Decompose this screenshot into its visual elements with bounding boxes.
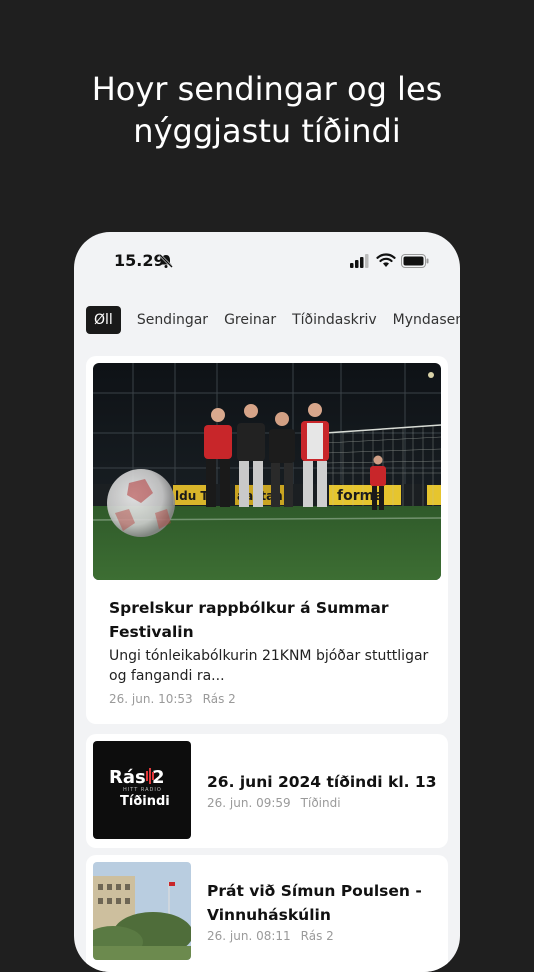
tab-video-broadcasts[interactable]: Myndasendingar xyxy=(385,306,460,334)
news-item-title: Prát við Símun Poulsen - Vinnuháskúlin xyxy=(207,882,422,924)
featured-article-title: Sprelskur rappbólkur á Summar Festivalin xyxy=(109,599,389,641)
promo-line-1: Hoyr sendingar og les xyxy=(91,70,443,108)
tab-all[interactable]: Øll xyxy=(86,306,121,334)
news-item-thumbnail xyxy=(93,862,191,960)
wifi-icon xyxy=(376,253,396,267)
logo-brand: Rás 2 xyxy=(109,767,165,788)
news-item-meta: 26. jun. 09:59 Tíðindi xyxy=(207,796,341,810)
bell-muted-icon xyxy=(159,254,173,268)
phone-screen: 15.29 Øll Sendingar Greinar Tíðindaskriv Myn… xyxy=(74,232,460,972)
featured-article-meta: 26. jun. 10:53 Rás 2 xyxy=(109,692,236,706)
article-date: 26. jun. 09:59 xyxy=(207,796,291,810)
battery-icon xyxy=(401,254,429,268)
category-tabs: Øll SendingarGreinarTíðindaskrivMyndasend… xyxy=(86,306,460,334)
article-source: Rás 2 xyxy=(300,929,334,943)
logo-label: Tíðindi xyxy=(120,794,170,809)
logo-sub: HITT RADIO xyxy=(123,787,162,793)
article-date: 26. jun. 08:11 xyxy=(207,929,291,943)
featured-article-excerpt: Ungi tónleikabólkurin 21KNM bjóðar stutt… xyxy=(109,648,429,684)
ras2-tidindi-logo: Rás 2 HITT RADIO Tíðindi xyxy=(93,741,191,839)
cellular-signal-icon xyxy=(350,254,369,268)
article-source: Tíðindi xyxy=(300,796,341,810)
article-date: 26. jun. 10:53 xyxy=(109,692,193,706)
news-item-meta: 26. jun. 08:11 Rás 2 xyxy=(207,929,334,943)
tab-broadcasts[interactable]: Sendingar xyxy=(129,306,216,334)
article-source: Rás 2 xyxy=(202,692,236,706)
status-bar: 15.29 xyxy=(74,232,460,292)
promo-headline: Hoyr sendingar og les nýggjastu tíðindi xyxy=(0,68,534,152)
tab-articles[interactable]: Greinar xyxy=(216,306,284,334)
news-item-title: 26. juni 2024 tíðindi kl. 13 xyxy=(207,773,437,791)
tab-newsletters[interactable]: Tíðindaskriv xyxy=(284,306,385,334)
featured-article-image: ldu Ta aastan forma xyxy=(93,363,441,580)
featured-article-card[interactable]: ldu Ta aastan forma xyxy=(86,356,448,724)
news-list-item[interactable]: Prát við Símun Poulsen - Vinnuháskúlin 2… xyxy=(86,855,448,972)
news-list-item[interactable]: Rás 2 HITT RADIO Tíðindi 26. juni 2024 t… xyxy=(86,734,448,848)
promo-line-2: nýggjastu tíðindi xyxy=(133,112,401,150)
